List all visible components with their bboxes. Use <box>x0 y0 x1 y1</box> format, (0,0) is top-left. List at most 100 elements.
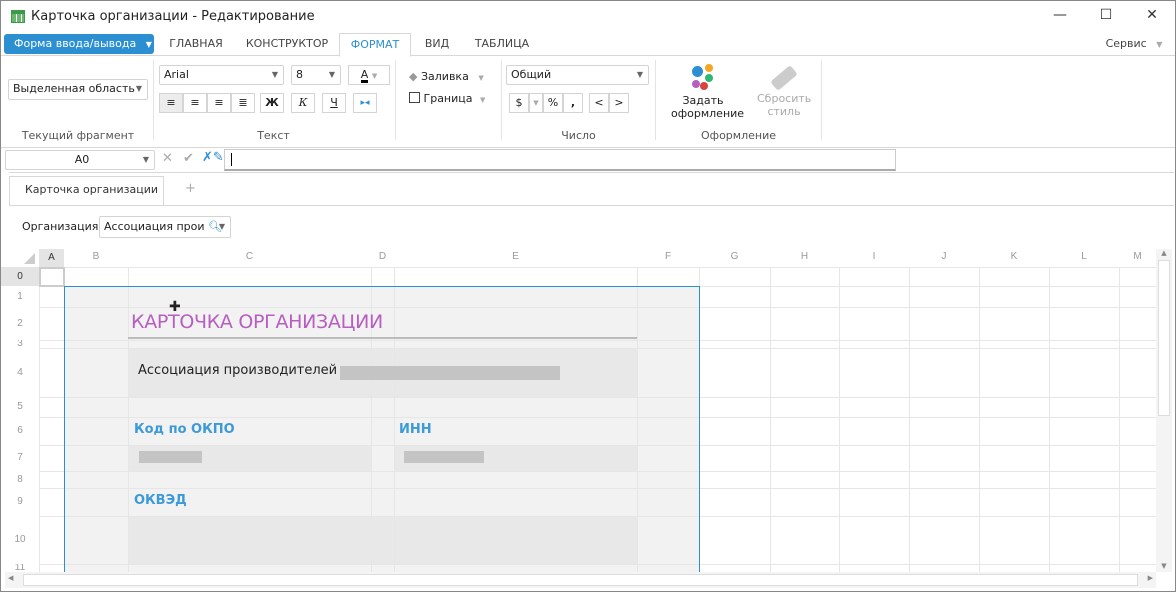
eraser-icon <box>770 65 798 91</box>
chevron-down-icon: ▼ <box>135 84 142 93</box>
column-header-f[interactable]: F <box>637 251 699 262</box>
merge-cells-icon[interactable]: ▸◂ <box>353 93 377 113</box>
service-menu[interactable]: Сервис ▼ <box>1099 33 1169 56</box>
border-icon <box>409 92 420 103</box>
tab-constructor[interactable]: КОНСТРУКТОР <box>241 33 333 56</box>
title-bar: Карточка организации - Редактирование — … <box>1 1 1175 33</box>
column-header-j[interactable]: J <box>909 251 979 262</box>
grid-line <box>979 267 980 572</box>
tab-home[interactable]: ГЛАВНАЯ <box>161 33 231 56</box>
active-cell[interactable] <box>39 267 65 287</box>
scroll-left-icon[interactable]: ◀ <box>8 574 13 582</box>
chevron-down-icon: ▼ <box>145 40 152 49</box>
row-header-2[interactable]: 2 <box>1 307 39 340</box>
column-header-g[interactable]: G <box>699 251 770 262</box>
italic-button[interactable]: К <box>291 93 315 113</box>
confirm-icon[interactable]: ✔ <box>183 151 194 166</box>
row-header-5[interactable]: 5 <box>1 397 39 417</box>
row-header-1[interactable]: 1 <box>1 286 39 307</box>
column-header-d[interactable]: D <box>371 251 394 262</box>
file-menu-button[interactable]: Форма ввода/вывода ▼ <box>4 34 154 54</box>
spreadsheet-grid[interactable]: A B C D E F G H I J K L M 0 1 2 3 4 5 6 7 8 9 10 11 КАРТОЧКА ОРГА… <box>1 249 1156 572</box>
row-header-0[interactable]: 0 <box>1 267 39 286</box>
number-buttons: $ ▼ % , < > <box>509 93 629 113</box>
reset-style-button[interactable]: Сбросить стиль <box>749 64 819 118</box>
scroll-up-icon[interactable]: ▲ <box>1156 249 1172 257</box>
tab-format[interactable]: ФОРМАТ <box>339 33 411 57</box>
redacted-text <box>340 366 560 380</box>
border-label: Граница <box>423 92 473 105</box>
column-header-h[interactable]: H <box>770 251 839 262</box>
title-underline <box>128 337 637 339</box>
increase-decimal-button[interactable]: > <box>609 93 629 113</box>
column-header-c[interactable]: C <box>128 251 371 262</box>
justify-icon[interactable]: ≣ <box>231 93 255 113</box>
okved-label: ОКВЭД <box>134 493 187 508</box>
row-header-9[interactable]: 9 <box>1 488 39 516</box>
horizontal-scroll-thumb[interactable] <box>23 574 1138 586</box>
horizontal-scrollbar[interactable]: ◀ ▶ <box>5 572 1156 588</box>
currency-button[interactable]: $ <box>509 93 529 113</box>
chevron-down-icon[interactable]: ▼ <box>529 93 543 113</box>
vertical-scrollbar[interactable]: ▲ ▼ <box>1156 249 1172 572</box>
align-center-icon[interactable]: ≡ <box>183 93 207 113</box>
tab-table[interactable]: ТАБЛИЦА <box>469 33 535 56</box>
vertical-scroll-thumb[interactable] <box>1158 260 1170 416</box>
column-header-k[interactable]: K <box>979 251 1049 262</box>
add-sheet-button[interactable]: + <box>185 181 196 196</box>
organization-value: Ассоциация прои <box>104 220 205 233</box>
font-size-select[interactable]: 8 ▼ <box>291 65 341 85</box>
row-header-8[interactable]: 8 <box>1 471 39 488</box>
column-header-l[interactable]: L <box>1049 251 1119 262</box>
row-header-11[interactable]: 11 <box>1 564 39 572</box>
underline-button[interactable]: Ч <box>322 93 346 113</box>
set-style-button[interactable]: Задать оформление <box>663 64 744 120</box>
column-header-b[interactable]: B <box>64 251 128 262</box>
align-left-icon[interactable]: ≡ <box>159 93 183 113</box>
organization-select[interactable]: Ассоциация прои 🔍︎ ▼ <box>99 216 231 238</box>
column-header-e[interactable]: E <box>394 251 637 262</box>
chevron-down-icon: ▼ <box>480 96 486 104</box>
grid-line <box>1119 267 1120 572</box>
grid-line <box>1049 267 1050 572</box>
cancel-icon[interactable]: ✕ <box>162 151 173 166</box>
fragment-select[interactable]: Выделенная область ▼ <box>8 79 148 100</box>
fill-button[interactable]: ◆ Заливка ▼ <box>409 70 484 83</box>
bold-button[interactable]: Ж <box>260 93 284 113</box>
thousands-button[interactable]: , <box>563 93 583 113</box>
font-color-button[interactable]: A ▼ <box>348 65 390 85</box>
maximize-button[interactable]: ☐ <box>1091 7 1121 27</box>
row-header-10[interactable]: 10 <box>1 516 39 564</box>
column-header-i[interactable]: I <box>839 251 909 262</box>
decrease-decimal-button[interactable]: < <box>589 93 609 113</box>
grid-line <box>39 267 40 572</box>
font-select[interactable]: Arial ▼ <box>159 65 284 85</box>
sheet-tab-org-card[interactable]: Карточка организации <box>9 176 164 206</box>
group-label-fragment: Текущий фрагмент <box>21 129 135 142</box>
formula-wizard-icon[interactable]: ✗✎ <box>202 150 224 165</box>
okpo-label: Код по ОКПО <box>134 422 235 437</box>
formula-input[interactable] <box>224 149 896 171</box>
column-header-m[interactable]: M <box>1119 251 1156 262</box>
column-header-a[interactable]: A <box>39 249 64 267</box>
chevron-down-icon: ▼ <box>142 155 149 164</box>
redacted-inn <box>404 451 484 463</box>
group-label-number: Число <box>561 129 596 142</box>
number-format-select[interactable]: Общий ▼ <box>506 65 649 85</box>
sheet-area: Карточка организации + Организация: Ассо… <box>9 172 1174 249</box>
file-menu-label: Форма ввода/вывода <box>14 37 137 50</box>
cell-reference-select[interactable]: A0 ▼ <box>5 150 155 170</box>
minimize-button[interactable]: — <box>1045 7 1075 27</box>
row-header-7[interactable]: 7 <box>1 445 39 471</box>
close-button[interactable]: ✕ <box>1137 7 1167 27</box>
row-header-4[interactable]: 4 <box>1 348 39 397</box>
align-right-icon[interactable]: ≡ <box>207 93 231 113</box>
scroll-down-icon[interactable]: ▼ <box>1156 562 1172 570</box>
row-header-3[interactable]: 3 <box>1 340 39 348</box>
select-all-corner[interactable] <box>1 249 39 267</box>
percent-button[interactable]: % <box>543 93 563 113</box>
tab-view[interactable]: ВИД <box>419 33 455 56</box>
border-button[interactable]: Граница ▼ <box>409 92 485 105</box>
row-header-6[interactable]: 6 <box>1 417 39 445</box>
scroll-right-icon[interactable]: ▶ <box>1148 574 1153 582</box>
